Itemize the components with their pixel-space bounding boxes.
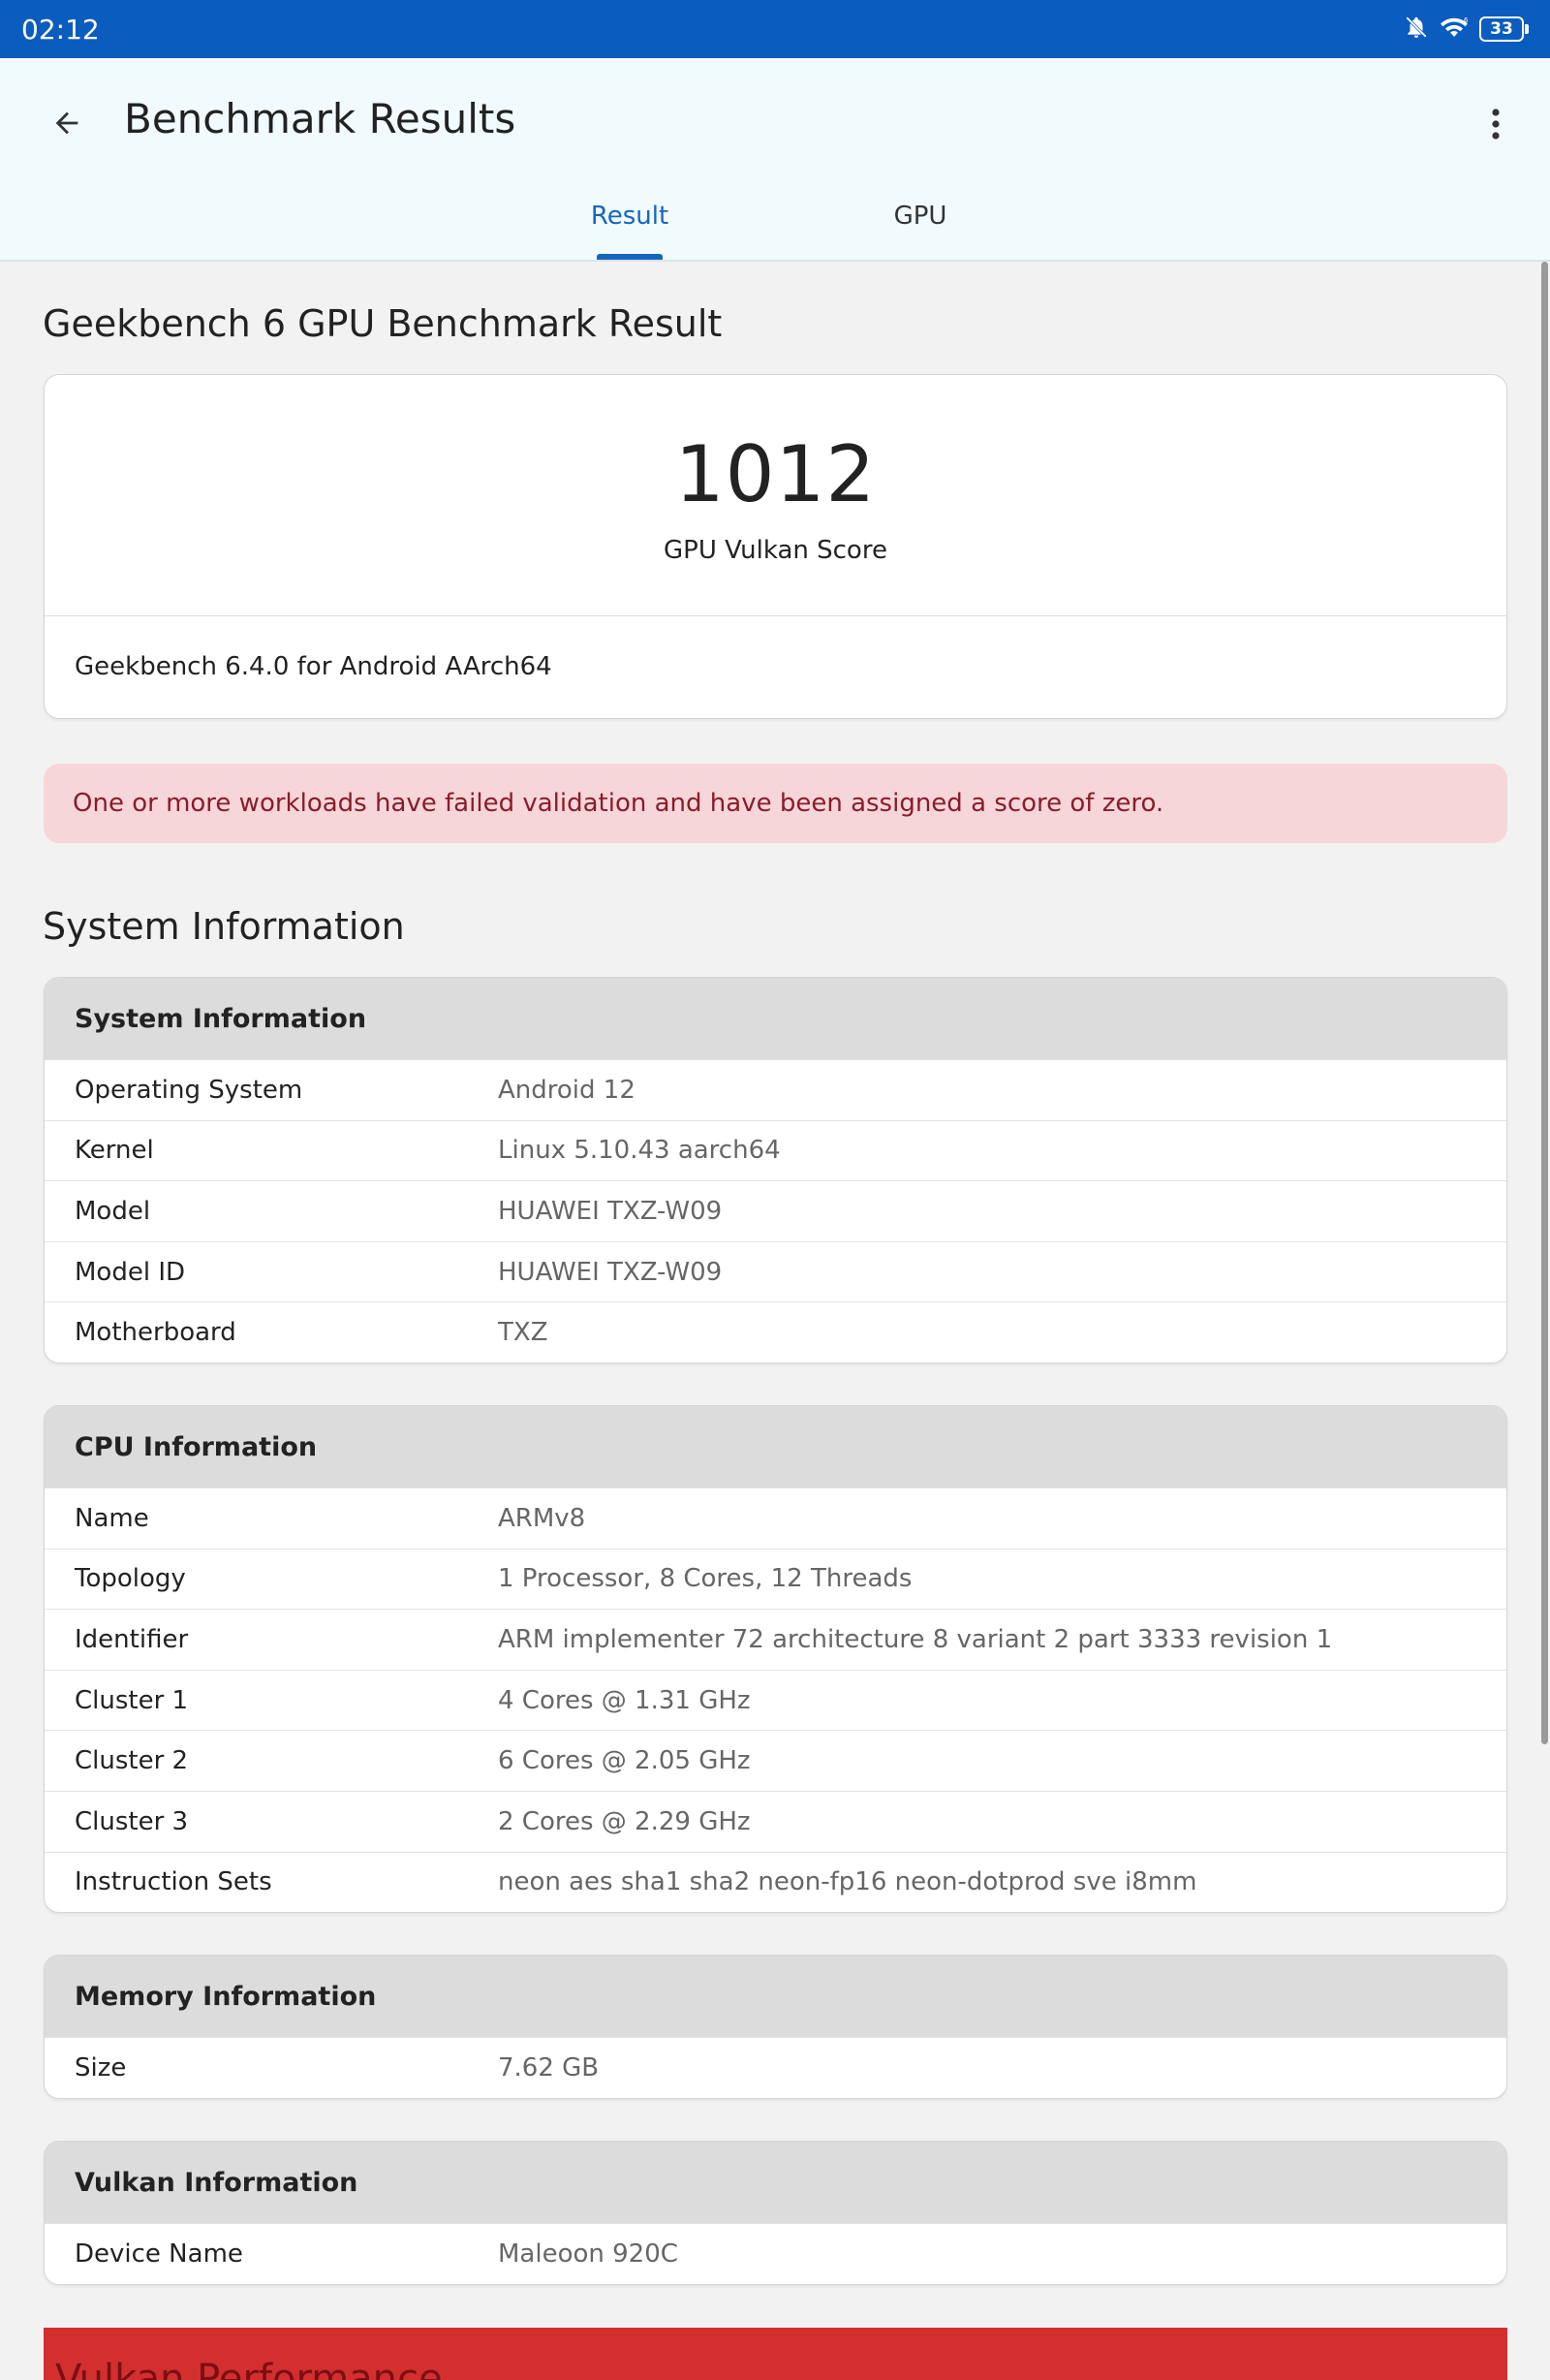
cpu-info-card: CPU Information Name ARMv8 Topology 1 Proc… bbox=[44, 1405, 1507, 1914]
info-row: Cluster 2 6 Cores @ 2.05 GHz bbox=[45, 1730, 1506, 1791]
info-row: Instruction Sets neon aes sha1 sha2 neon-… bbox=[45, 1851, 1506, 1913]
status-time: 02:12 bbox=[21, 13, 100, 46]
row-value: ARMv8 bbox=[498, 1503, 586, 1533]
row-key: Instruction Sets bbox=[75, 1867, 272, 1897]
info-row: Identifier ARM implementer 72 architectur… bbox=[45, 1609, 1506, 1670]
app-title: Benchmark Results bbox=[124, 95, 516, 142]
memory-info-card: Memory Information Size 7.62 GB bbox=[44, 1955, 1507, 2099]
row-value: 2 Cores @ 2.29 GHz bbox=[498, 1806, 751, 1836]
system-info-card: System Information Operating System Andro… bbox=[44, 977, 1507, 1363]
battery-icon: 33 bbox=[1479, 16, 1529, 42]
more-options-button[interactable] bbox=[1472, 97, 1519, 151]
row-key: Model ID bbox=[75, 1257, 186, 1287]
row-key: Device Name bbox=[75, 2239, 243, 2269]
scrollbar[interactable] bbox=[1541, 262, 1548, 1744]
row-key: Cluster 1 bbox=[75, 1685, 189, 1715]
row-key: Identifier bbox=[75, 1624, 189, 1654]
card-header: System Information bbox=[45, 978, 1506, 1059]
status-bar: 02:12 6 33 bbox=[0, 0, 1550, 58]
row-key: Model bbox=[75, 1196, 151, 1226]
info-row: Size 7.62 GB bbox=[45, 2037, 1506, 2098]
battery-level: 33 bbox=[1479, 16, 1524, 42]
row-key: Cluster 2 bbox=[75, 1746, 189, 1776]
row-value: TXZ bbox=[498, 1318, 548, 1348]
row-value: HUAWEI TXZ-W09 bbox=[498, 1196, 723, 1226]
more-vert-icon bbox=[1492, 109, 1500, 140]
vulkan-info-card: Vulkan Information Device Name Maleoon 92… bbox=[44, 2141, 1507, 2285]
bell-off-icon bbox=[1404, 15, 1429, 44]
card-header: Vulkan Information bbox=[45, 2142, 1506, 2223]
row-value: Android 12 bbox=[498, 1075, 636, 1105]
info-row: Cluster 3 2 Cores @ 2.29 GHz bbox=[45, 1790, 1506, 1852]
version-text: Geekbench 6.4.0 for Android AArch64 bbox=[75, 652, 552, 681]
back-button[interactable] bbox=[43, 99, 91, 147]
vulkan-performance-header: Vulkan Performance bbox=[44, 2328, 1507, 2380]
score-card: 1012 GPU Vulkan Score Geekbench 6.4.0 fo… bbox=[44, 374, 1507, 719]
validation-warning: One or more workloads have failed valida… bbox=[44, 764, 1507, 843]
row-key: Kernel bbox=[75, 1136, 154, 1166]
score-value: 1012 bbox=[674, 429, 877, 519]
row-value: ARM implementer 72 architecture 8 varian… bbox=[498, 1624, 1333, 1654]
page-title: Geekbench 6 GPU Benchmark Result bbox=[43, 302, 723, 345]
svg-text:6: 6 bbox=[1464, 16, 1469, 24]
status-icons: 6 33 bbox=[1404, 15, 1529, 44]
back-arrow-icon bbox=[55, 111, 78, 135]
info-row: Model HUAWEI TXZ-W09 bbox=[45, 1180, 1506, 1241]
info-row: Cluster 1 4 Cores @ 1.31 GHz bbox=[45, 1669, 1506, 1731]
info-row: Device Name Maleoon 920C bbox=[45, 2223, 1506, 2284]
tab-gpu[interactable]: GPU bbox=[823, 202, 1017, 231]
row-value: HUAWEI TXZ-W09 bbox=[498, 1257, 723, 1287]
app-bar: Benchmark Results Result GPU bbox=[0, 58, 1550, 262]
info-row: Kernel Linux 5.10.43 aarch64 bbox=[45, 1119, 1506, 1181]
info-row: Motherboard TXZ bbox=[45, 1301, 1506, 1362]
row-key: Topology bbox=[75, 1564, 186, 1594]
info-row: Operating System Android 12 bbox=[45, 1059, 1506, 1120]
row-key: Operating System bbox=[75, 1075, 303, 1105]
row-key: Cluster 3 bbox=[75, 1806, 189, 1836]
row-key: Size bbox=[75, 2052, 127, 2082]
info-row: Name ARMv8 bbox=[45, 1488, 1506, 1549]
score-label: GPU Vulkan Score bbox=[664, 536, 887, 565]
info-row: Topology 1 Processor, 8 Cores, 12 Threads bbox=[45, 1548, 1506, 1610]
vulkan-performance-title: Vulkan Performance bbox=[55, 2357, 443, 2380]
row-value: Maleoon 920C bbox=[498, 2239, 678, 2269]
row-value: 4 Cores @ 1.31 GHz bbox=[498, 1685, 751, 1715]
card-header: Memory Information bbox=[45, 1956, 1506, 2037]
row-value: 7.62 GB bbox=[498, 2052, 600, 2082]
card-header: CPU Information bbox=[45, 1406, 1506, 1488]
row-key: Motherboard bbox=[75, 1318, 236, 1348]
row-value: Linux 5.10.43 aarch64 bbox=[498, 1136, 781, 1166]
row-key: Name bbox=[75, 1503, 149, 1533]
row-value: neon aes sha1 sha2 neon-fp16 neon-dotpro… bbox=[498, 1867, 1197, 1897]
tab-indicator bbox=[597, 254, 663, 260]
row-value: 6 Cores @ 2.05 GHz bbox=[498, 1746, 751, 1776]
tab-result[interactable]: Result bbox=[533, 202, 727, 231]
divider bbox=[45, 615, 1506, 616]
info-row: Model ID HUAWEI TXZ-W09 bbox=[45, 1240, 1506, 1302]
row-value: 1 Processor, 8 Cores, 12 Threads bbox=[498, 1564, 913, 1594]
section-title: System Information bbox=[43, 905, 405, 948]
wifi-icon: 6 bbox=[1439, 15, 1470, 44]
